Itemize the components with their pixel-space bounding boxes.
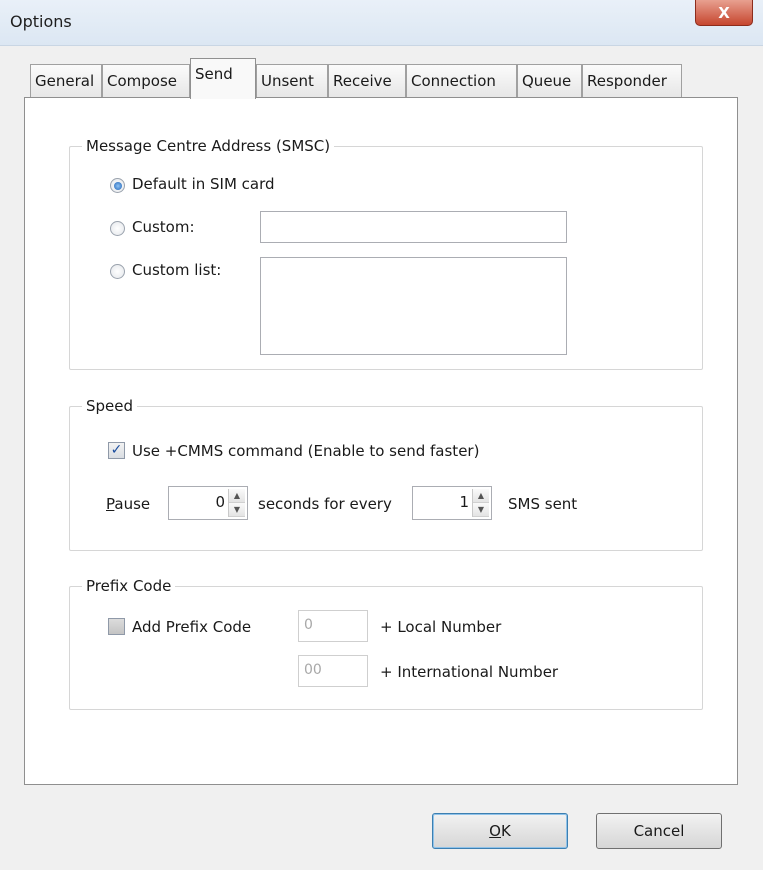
cmms-checkbox[interactable]: ✓ xyxy=(108,442,125,459)
tab-general[interactable]: General xyxy=(30,64,102,98)
cancel-button[interactable]: Cancel xyxy=(596,813,722,849)
close-icon: X xyxy=(718,3,730,22)
smsc-group: Message Centre Address (SMSC) Default in… xyxy=(69,137,703,370)
default-sim-label: Default in SIM card xyxy=(132,175,275,193)
send-tab-panel: Message Centre Address (SMSC) Default in… xyxy=(24,97,738,785)
sms-count-value: 1 xyxy=(459,493,469,511)
ok-button[interactable]: OK xyxy=(432,813,568,849)
custom-label: Custom: xyxy=(132,218,195,236)
tab-connection[interactable]: Connection xyxy=(406,64,517,98)
pause-seconds-spinner[interactable]: 0 ▲ ▼ xyxy=(168,486,248,520)
add-prefix-label: Add Prefix Code xyxy=(132,618,252,636)
custom-smsc-input[interactable] xyxy=(260,211,567,243)
prefix-group-label: Prefix Code xyxy=(82,577,176,595)
sms-sent-label: SMS sent xyxy=(508,495,578,513)
title-bar: Options X xyxy=(0,0,763,46)
spin-down-icon[interactable]: ▼ xyxy=(229,503,245,517)
pause-seconds-value: 0 xyxy=(215,493,225,511)
options-dialog: Options X General Compose Send Unsent Re… xyxy=(0,0,763,870)
intl-number-label: + International Number xyxy=(380,663,559,681)
speed-group: Speed ✓ Use +CMMS command (Enable to sen… xyxy=(69,397,703,551)
spin-down-icon[interactable]: ▼ xyxy=(473,503,489,517)
intl-prefix-input[interactable]: 00 xyxy=(298,655,368,687)
sms-count-spinner[interactable]: 1 ▲ ▼ xyxy=(412,486,492,520)
spin-up-icon[interactable]: ▲ xyxy=(229,489,245,503)
tab-responder[interactable]: Responder xyxy=(582,64,682,98)
seconds-label: seconds for every xyxy=(258,495,392,513)
smsc-group-label: Message Centre Address (SMSC) xyxy=(82,137,335,155)
tab-receive[interactable]: Receive xyxy=(328,64,406,98)
custom-list-radio[interactable] xyxy=(110,264,125,279)
window-title: Options xyxy=(10,12,72,31)
spin-up-icon[interactable]: ▲ xyxy=(473,489,489,503)
tab-compose[interactable]: Compose xyxy=(102,64,190,98)
pause-label: Pause xyxy=(106,495,151,513)
custom-radio[interactable] xyxy=(110,221,125,236)
tab-unsent[interactable]: Unsent xyxy=(256,64,328,98)
tab-queue[interactable]: Queue xyxy=(517,64,582,98)
custom-smsc-list[interactable] xyxy=(260,257,567,355)
local-prefix-input[interactable]: 0 xyxy=(298,610,368,642)
cmms-label: Use +CMMS command (Enable to send faster… xyxy=(132,442,480,460)
count-spinner-arrows[interactable]: ▲ ▼ xyxy=(472,489,489,517)
local-number-label: + Local Number xyxy=(380,618,502,636)
speed-group-label: Speed xyxy=(82,397,138,415)
close-button[interactable]: X xyxy=(695,0,753,26)
default-sim-radio[interactable] xyxy=(110,178,125,193)
tab-send[interactable]: Send xyxy=(190,58,256,99)
pause-spinner-arrows[interactable]: ▲ ▼ xyxy=(228,489,245,517)
prefix-group: Prefix Code Add Prefix Code 0 + Local Nu… xyxy=(69,577,703,710)
add-prefix-checkbox[interactable] xyxy=(108,618,125,635)
custom-list-label: Custom list: xyxy=(132,261,222,279)
